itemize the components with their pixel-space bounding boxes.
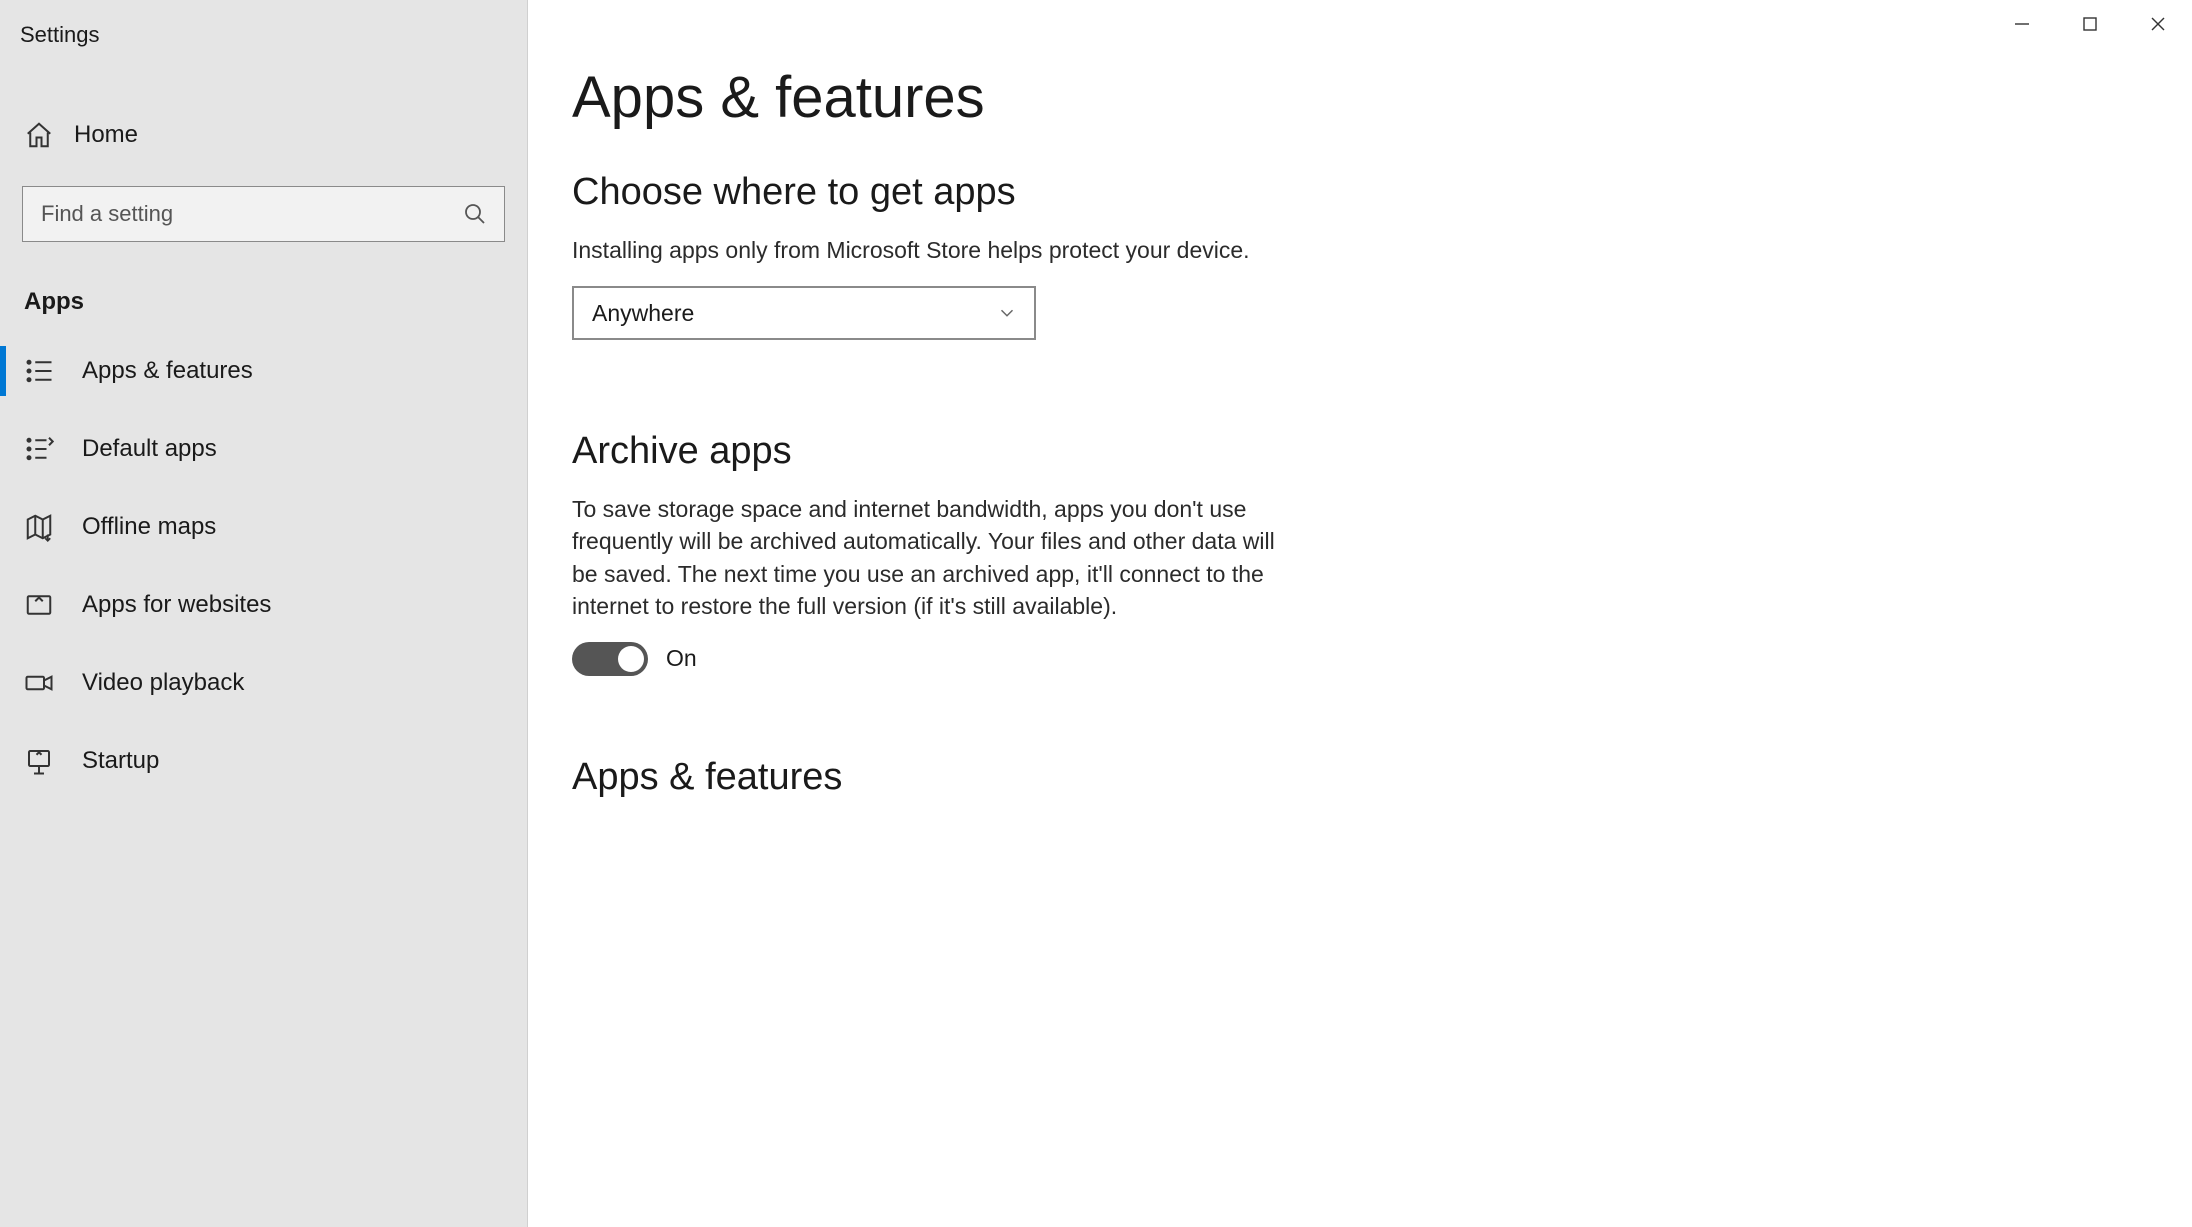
close-button[interactable] bbox=[2124, 0, 2192, 48]
sidebar-item-label: Video playback bbox=[82, 669, 244, 697]
page-title: Apps & features bbox=[572, 64, 1838, 131]
search-container bbox=[22, 186, 505, 242]
video-playback-icon bbox=[24, 668, 54, 698]
sidebar-item-label: Apps & features bbox=[82, 357, 253, 385]
sidebar-item-startup[interactable]: Startup bbox=[0, 722, 527, 800]
apps-features-icon bbox=[24, 356, 54, 386]
sidebar-item-offline-maps[interactable]: Offline maps bbox=[0, 488, 527, 566]
sidebar-item-default-apps[interactable]: Default apps bbox=[0, 410, 527, 488]
sidebar-section-label: Apps bbox=[0, 242, 527, 332]
section-desc-archive: To save storage space and internet bandw… bbox=[572, 493, 1302, 622]
sidebar-item-video-playback[interactable]: Video playback bbox=[0, 644, 527, 722]
home-icon bbox=[24, 120, 54, 150]
sidebar-item-label: Startup bbox=[82, 747, 159, 775]
search-input[interactable] bbox=[22, 186, 505, 242]
sidebar-item-label: Offline maps bbox=[82, 513, 216, 541]
main-content: Apps & features Choose where to get apps… bbox=[528, 0, 2192, 1227]
section-title-apps-list: Apps & features bbox=[572, 756, 1838, 799]
apps-websites-icon bbox=[24, 590, 54, 620]
default-apps-icon bbox=[24, 434, 54, 464]
sidebar-home[interactable]: Home bbox=[0, 102, 527, 168]
section-title-archive: Archive apps bbox=[572, 430, 1838, 473]
toggle-knob bbox=[618, 646, 644, 672]
sidebar-item-label: Apps for websites bbox=[82, 591, 271, 619]
startup-icon bbox=[24, 746, 54, 776]
archive-toggle[interactable] bbox=[572, 642, 648, 676]
minimize-button[interactable] bbox=[1988, 0, 2056, 48]
maximize-button[interactable] bbox=[2056, 0, 2124, 48]
titlebar-controls bbox=[1988, 0, 2192, 48]
sidebar-item-apps-websites[interactable]: Apps for websites bbox=[0, 566, 527, 644]
section-desc-where: Installing apps only from Microsoft Stor… bbox=[572, 234, 1292, 266]
select-value: Anywhere bbox=[592, 300, 694, 327]
app-source-select[interactable]: Anywhere bbox=[572, 286, 1036, 340]
chevron-down-icon bbox=[996, 302, 1018, 324]
sidebar-item-apps-features[interactable]: Apps & features bbox=[0, 332, 527, 410]
window-title: Settings bbox=[0, 8, 527, 62]
section-title-where: Choose where to get apps bbox=[572, 171, 1838, 214]
sidebar: Settings Home Apps Apps & features bbox=[0, 0, 528, 1227]
sidebar-home-label: Home bbox=[74, 121, 138, 149]
sidebar-item-label: Default apps bbox=[82, 435, 217, 463]
archive-toggle-label: On bbox=[666, 645, 697, 672]
offline-maps-icon bbox=[24, 512, 54, 542]
